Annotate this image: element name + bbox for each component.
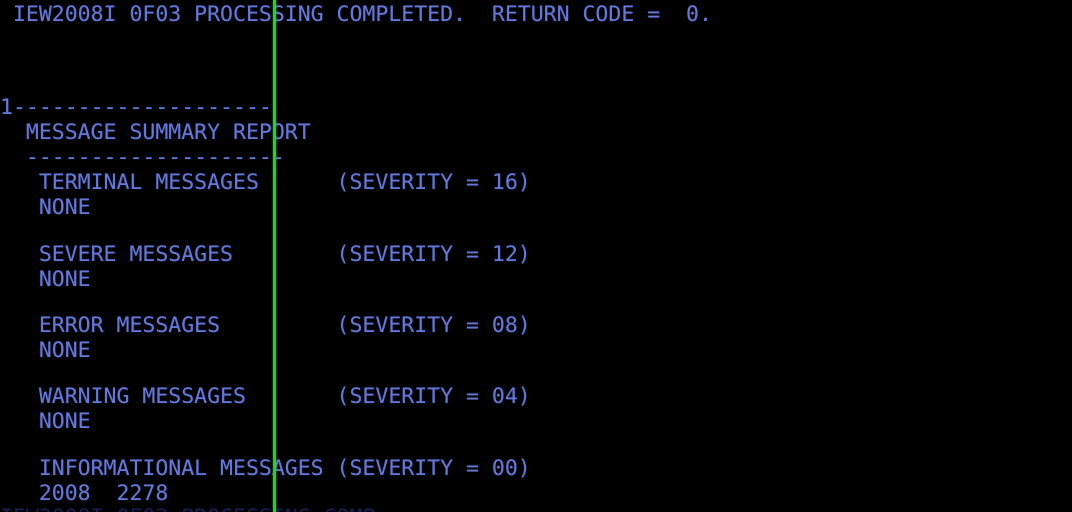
summary-detail-error-messages: NONE <box>0 338 91 363</box>
report-rule-top: 1-------------------- <box>0 95 272 120</box>
summary-row-severe-messages: SEVERE MESSAGES (SEVERITY = 12) <box>0 242 531 267</box>
report-rule-bottom: -------------------- <box>0 145 285 170</box>
summary-row-error-messages: ERROR MESSAGES (SEVERITY = 08) <box>0 313 531 338</box>
summary-detail-severe-messages: NONE <box>0 267 91 292</box>
terminal-screen[interactable]: IEW2322I 1220 19 DD=SYSLIN IEW2008I 0F03… <box>0 0 1072 512</box>
terminal-output-text: IEW2008I 0F03 PROCESSING COMPLETED. RETU… <box>0 0 1072 512</box>
summary-row-terminal-messages: TERMINAL MESSAGES (SEVERITY = 16) <box>0 170 531 195</box>
summary-detail-warning-messages: NONE <box>0 409 91 434</box>
column-guide-line <box>273 0 276 512</box>
summary-row-warning-messages: WARNING MESSAGES (SEVERITY = 04) <box>0 384 531 409</box>
summary-detail-informational-messages: 2008 2278 <box>0 481 169 506</box>
summary-detail-terminal-messages: NONE <box>0 195 91 220</box>
report-title: MESSAGE SUMMARY REPORT <box>0 120 311 145</box>
completion-message-line: IEW2008I 0F03 PROCESSING COMPLETED. RETU… <box>0 2 712 27</box>
summary-row-informational-messages: INFORMATIONAL MESSAGES (SEVERITY = 00) <box>0 456 531 481</box>
